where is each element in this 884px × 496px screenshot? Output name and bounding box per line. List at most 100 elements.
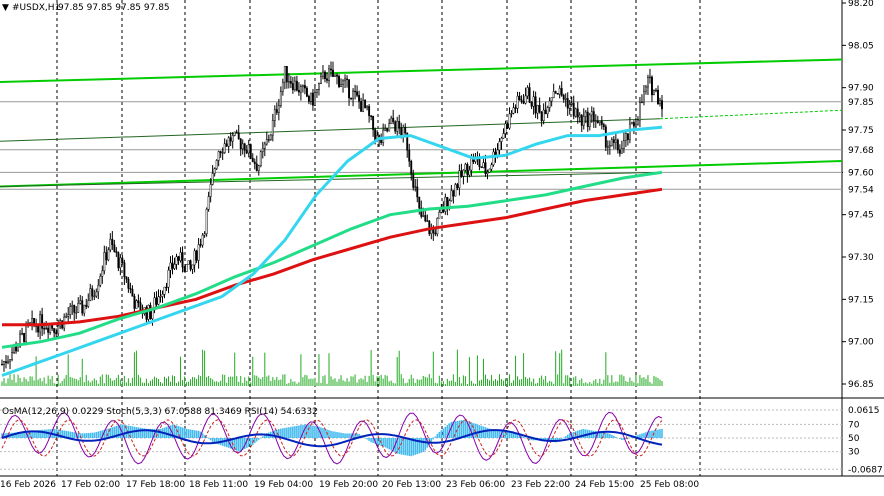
candle-body bbox=[151, 309, 154, 320]
candle-body bbox=[313, 92, 316, 106]
osc-axis-label: 0.0615 bbox=[848, 406, 880, 416]
candle-body bbox=[506, 123, 509, 129]
candle-body bbox=[548, 100, 551, 108]
candle-body bbox=[115, 251, 118, 253]
candle-body bbox=[281, 81, 284, 92]
candle-body bbox=[245, 150, 248, 154]
candle-body bbox=[253, 161, 256, 165]
candle-body bbox=[636, 119, 639, 125]
candle-body bbox=[235, 131, 238, 133]
candle-body bbox=[550, 97, 553, 102]
candle-body bbox=[243, 143, 246, 151]
candle-body bbox=[344, 78, 346, 82]
candle-body bbox=[309, 92, 312, 102]
candle-body bbox=[570, 102, 573, 105]
osc-axis-label: -0.0687 bbox=[848, 465, 883, 475]
candle-body bbox=[622, 140, 625, 149]
trend-projection bbox=[659, 109, 843, 120]
candle-body bbox=[422, 215, 425, 217]
candle-body bbox=[43, 328, 46, 330]
candle-body bbox=[530, 102, 533, 107]
candle-body bbox=[3, 361, 5, 365]
candle-body bbox=[105, 252, 108, 261]
candle-body bbox=[328, 68, 330, 81]
osc-axis-label: 50 bbox=[848, 434, 860, 444]
time-tick-label: 17 Feb 02:00 bbox=[61, 480, 120, 490]
candle-body bbox=[566, 98, 569, 109]
candle-body bbox=[213, 168, 216, 174]
candle-body bbox=[147, 304, 150, 320]
candle-body bbox=[283, 65, 286, 83]
candle-body bbox=[123, 262, 126, 277]
candle-body bbox=[197, 244, 200, 261]
candle-body bbox=[167, 269, 170, 288]
candle-body bbox=[444, 196, 447, 212]
symbol-label: #USDX,H1 bbox=[12, 3, 60, 13]
candle-body bbox=[482, 162, 485, 168]
candle-body bbox=[492, 151, 495, 166]
price-tick-label: 98.05 bbox=[848, 41, 874, 51]
channel-line bbox=[0, 58, 843, 84]
candle-body bbox=[340, 84, 342, 88]
candle-body bbox=[318, 83, 320, 90]
candle-body bbox=[552, 91, 555, 98]
candle-body bbox=[432, 229, 435, 234]
candle-body bbox=[628, 123, 631, 140]
candle-body bbox=[69, 306, 72, 315]
candle-body bbox=[556, 93, 559, 95]
candle-body bbox=[396, 121, 399, 132]
osc-axis-label: 70 bbox=[848, 420, 860, 430]
candle-body bbox=[11, 352, 13, 360]
candle-body bbox=[219, 151, 222, 154]
candle-body bbox=[392, 117, 395, 123]
candle-body bbox=[478, 159, 481, 167]
candle-body bbox=[297, 90, 300, 93]
candle-body bbox=[606, 146, 609, 148]
candle-body bbox=[316, 89, 318, 93]
candle-body bbox=[31, 318, 34, 324]
candle-body bbox=[412, 173, 415, 188]
candle-body bbox=[532, 96, 535, 107]
dropdown-arrow-icon[interactable]: ▼ bbox=[2, 3, 9, 13]
candle-body bbox=[649, 76, 651, 79]
ma-mid-line bbox=[1, 170, 663, 349]
candle-body bbox=[370, 115, 373, 117]
candle-body bbox=[602, 124, 605, 127]
candle-body bbox=[502, 133, 505, 139]
candle-body bbox=[624, 133, 627, 141]
candle-body bbox=[87, 300, 90, 307]
candle-body bbox=[85, 304, 88, 307]
candle-body bbox=[95, 291, 98, 297]
candle-body bbox=[632, 122, 635, 127]
candle-body bbox=[634, 123, 637, 127]
candle-body bbox=[221, 152, 224, 154]
candle-body bbox=[558, 88, 561, 95]
candle-body bbox=[155, 297, 158, 305]
candle-body bbox=[336, 74, 338, 77]
candle-body bbox=[590, 111, 593, 116]
candle-body bbox=[388, 123, 391, 132]
candle-body bbox=[41, 314, 44, 329]
candle-body bbox=[49, 325, 52, 333]
candle-body bbox=[576, 108, 579, 118]
candle-body bbox=[135, 300, 138, 309]
candle-body bbox=[655, 89, 657, 92]
candle-body bbox=[305, 87, 308, 97]
candle-body bbox=[207, 196, 210, 210]
candle-body bbox=[93, 295, 96, 298]
candle-body bbox=[618, 149, 621, 154]
price-tick-label: 97.90 bbox=[848, 84, 874, 94]
candle-body bbox=[185, 264, 188, 272]
candle-body bbox=[460, 170, 463, 177]
chart-area[interactable]: 0.0615 70 50 30 -0.0687 16 Feb 2026 17 Feb 02… bbox=[0, 0, 884, 496]
candle-body bbox=[364, 99, 367, 109]
candle-body bbox=[249, 144, 252, 159]
price-tick-label: 98.20 bbox=[848, 0, 874, 9]
candle-body bbox=[610, 139, 613, 146]
candle-body bbox=[404, 127, 407, 134]
candle-body bbox=[89, 288, 92, 301]
candle-body bbox=[562, 95, 565, 100]
time-tick-label: 19 Feb 20:00 bbox=[319, 480, 378, 490]
candle-body bbox=[438, 212, 441, 219]
candle-body bbox=[9, 359, 11, 362]
